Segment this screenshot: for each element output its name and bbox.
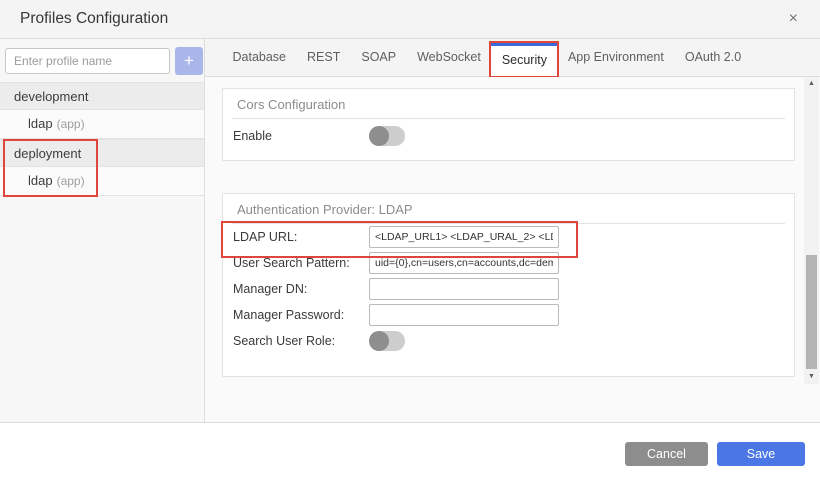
enable-toggle[interactable] xyxy=(369,126,405,146)
close-icon[interactable]: × xyxy=(783,9,804,29)
profile-item-deployment[interactable]: deployment xyxy=(0,139,204,167)
profile-item-label: ldap xyxy=(28,116,53,131)
manager-password-input[interactable] xyxy=(369,304,559,326)
tab-bar: Database REST SOAP WebSocket Security Ap… xyxy=(205,39,820,77)
profile-item-suffix: (app) xyxy=(57,117,85,131)
profile-item-label: ldap xyxy=(28,173,53,188)
cors-configuration-card: Cors Configuration Enable xyxy=(222,88,795,161)
scrollbar[interactable]: ▲ ▼ xyxy=(804,77,819,384)
profile-list: development ldap (app) deployment ldap (ap… xyxy=(0,82,204,196)
scrollbar-thumb[interactable] xyxy=(806,255,817,369)
add-profile-button[interactable]: + xyxy=(175,47,203,75)
tab-soap[interactable]: SOAP xyxy=(351,39,407,76)
manager-password-field: Manager Password: xyxy=(223,302,794,328)
manager-password-label: Manager Password: xyxy=(233,308,369,322)
profile-item-ldap-deployment[interactable]: ldap (app) xyxy=(0,167,204,196)
ldap-url-input[interactable] xyxy=(369,226,559,248)
profile-add-row: + xyxy=(0,39,204,82)
security-panel: Cors Configuration Enable Authentication… xyxy=(205,77,820,422)
scrollbar-up-icon[interactable]: ▲ xyxy=(804,77,819,91)
search-user-role-label: Search User Role: xyxy=(233,334,369,348)
tab-database[interactable]: Database xyxy=(222,39,297,76)
auth-section-title: Authentication Provider: LDAP xyxy=(232,194,785,224)
cors-section-title: Cors Configuration xyxy=(232,89,785,119)
save-button[interactable]: Save xyxy=(717,442,805,466)
profile-item-suffix: (app) xyxy=(57,174,85,188)
profile-item-development[interactable]: development xyxy=(0,82,204,110)
scrollbar-down-icon[interactable]: ▼ xyxy=(804,370,819,384)
user-search-pattern-input[interactable] xyxy=(369,252,559,274)
profile-item-label: development xyxy=(14,89,88,104)
profile-item-label: deployment xyxy=(14,146,81,161)
ldap-url-field: LDAP URL: xyxy=(223,224,794,250)
search-user-role-field: Search User Role: xyxy=(223,328,794,354)
manager-dn-label: Manager DN: xyxy=(233,282,369,296)
toggle-knob xyxy=(369,331,389,351)
cors-enable-field: Enable xyxy=(223,119,794,148)
ldap-url-label: LDAP URL: xyxy=(233,230,369,244)
enable-label: Enable xyxy=(233,129,369,143)
content-area: Database REST SOAP WebSocket Security Ap… xyxy=(205,39,820,422)
search-user-role-toggle[interactable] xyxy=(369,331,405,351)
tab-oauth-20[interactable]: OAuth 2.0 xyxy=(674,39,751,76)
dialog-header: Profiles Configuration × xyxy=(0,0,820,39)
profiles-sidebar: + development ldap (app) deployment ldap (… xyxy=(0,39,205,422)
cancel-button[interactable]: Cancel xyxy=(625,442,708,466)
authentication-provider-card: Authentication Provider: LDAP LDAP URL: … xyxy=(222,193,795,377)
user-search-pattern-field: User Search Pattern: xyxy=(223,250,794,276)
profile-name-input[interactable] xyxy=(5,48,170,74)
tab-app-environment[interactable]: App Environment xyxy=(557,39,674,76)
user-search-pattern-label: User Search Pattern: xyxy=(233,256,369,270)
dialog-footer: Cancel Save xyxy=(0,422,820,480)
tab-security[interactable]: Security xyxy=(491,43,557,76)
toggle-knob xyxy=(369,126,389,146)
manager-dn-input[interactable] xyxy=(369,278,559,300)
tab-rest[interactable]: REST xyxy=(297,39,351,76)
profiles-configuration-dialog: Profiles Configuration × + development l… xyxy=(0,0,820,480)
tab-websocket[interactable]: WebSocket xyxy=(407,39,492,76)
dialog-title: Profiles Configuration xyxy=(20,10,783,28)
manager-dn-field: Manager DN: xyxy=(223,276,794,302)
profile-item-ldap-development[interactable]: ldap (app) xyxy=(0,110,204,139)
dialog-body: + development ldap (app) deployment ldap (… xyxy=(0,39,820,422)
